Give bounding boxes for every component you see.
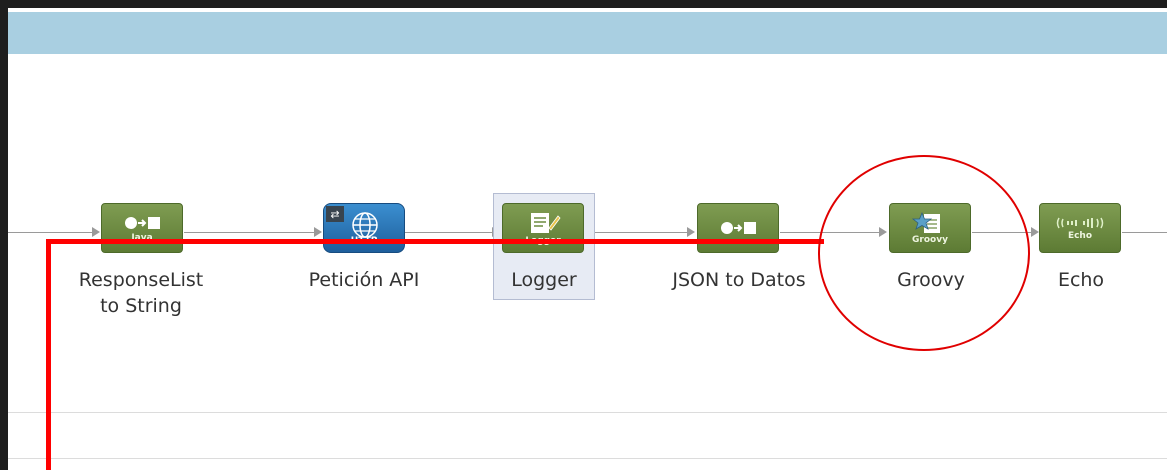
node-label: Petición API [308,269,420,291]
node-sublabel: Echo [1067,231,1093,241]
connector-line [1122,232,1167,233]
annotation-red-line [46,239,51,470]
logger-icon [531,213,561,233]
echo-icon [1056,217,1104,229]
node-label: Logger [511,269,577,291]
node-logger[interactable]: Logger [502,203,584,253]
node-label: JSON to Datos [672,269,806,291]
connector-line [8,232,93,233]
transform-icon [125,217,160,229]
arrow-head [92,227,100,237]
transform-icon [721,222,756,234]
connector-line [405,232,493,233]
connector-line [184,232,315,233]
connector-line [586,232,688,233]
node-echo[interactable]: Echo [1039,203,1121,253]
node-json-to-datos[interactable] [697,203,779,253]
divider [8,412,1167,413]
canvas-header-bar [8,12,1167,54]
arrow-head [687,227,695,237]
node-peticion-api[interactable]: ⇄ HTTP [323,203,405,253]
node-label: ResponseList to String [78,269,204,317]
arrow-head [314,227,322,237]
annotation-highlight-circle [818,155,1030,351]
divider [8,458,1167,459]
annotation-red-line [46,239,824,244]
flow-canvas: Java ResponseList to String ⇄ HTTP Petic… [8,8,1167,470]
arrow-head [1031,227,1039,237]
swap-icon: ⇄ [326,206,344,222]
node-responselist-to-string[interactable]: Java [101,203,183,253]
